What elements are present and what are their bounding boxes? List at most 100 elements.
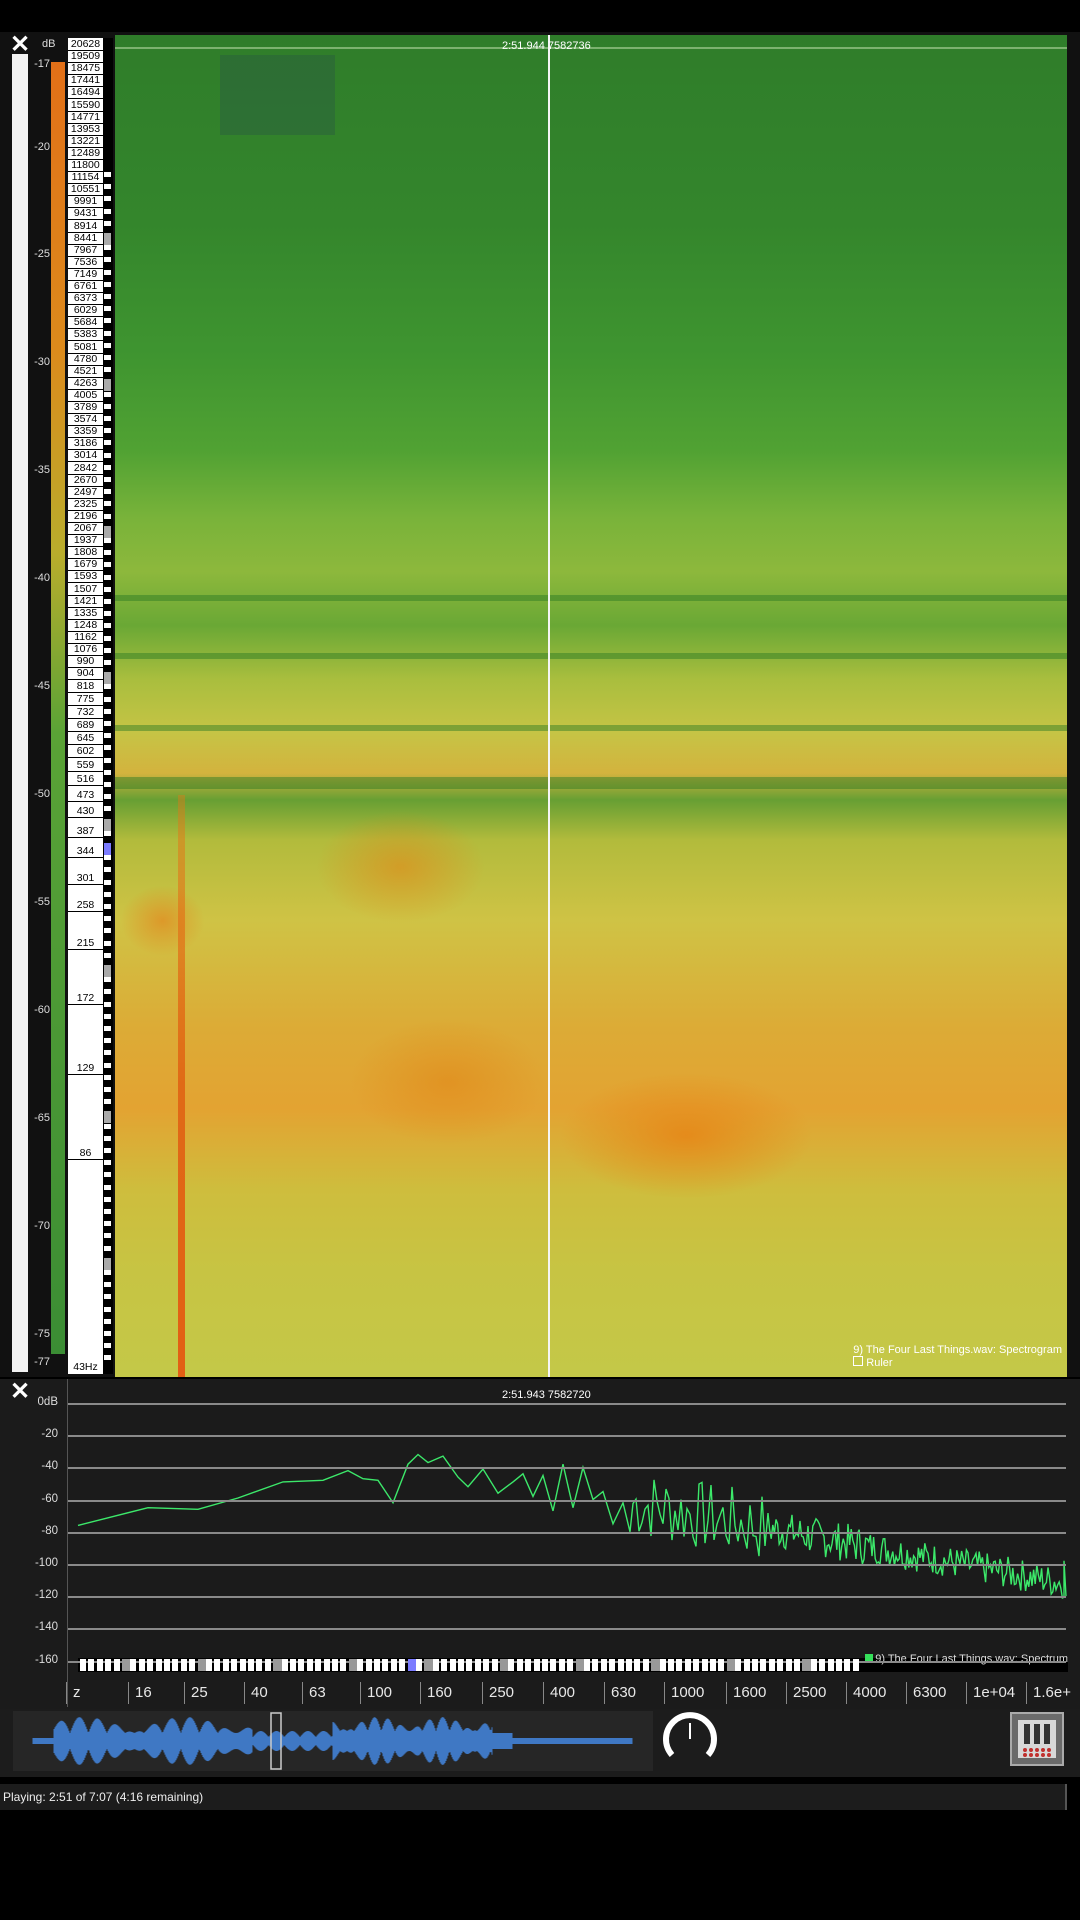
piano-key[interactable] [248,1659,254,1671]
piano-key[interactable] [104,684,111,690]
piano-key[interactable] [104,1074,111,1080]
piano-key[interactable] [558,1659,565,1671]
piano-key[interactable] [491,1659,498,1671]
piano-key[interactable] [104,379,111,392]
piano-key[interactable] [104,1221,111,1227]
piano-key[interactable] [827,1659,834,1671]
piano-key[interactable] [516,1659,523,1671]
piano-key[interactable] [104,989,111,995]
piano-key[interactable] [104,1233,111,1239]
piano-key[interactable] [206,1659,212,1671]
piano-key[interactable] [231,1659,238,1671]
piano-key[interactable] [104,794,111,800]
piano-key[interactable] [104,403,111,409]
piano-key[interactable] [104,1001,111,1007]
piano-key[interactable] [668,1659,674,1671]
piano-key[interactable] [239,1659,246,1671]
piano-key[interactable] [104,1135,111,1141]
piano-key[interactable] [567,1659,574,1671]
piano-key[interactable] [483,1659,490,1671]
piano-key[interactable] [104,1306,111,1312]
piano-key[interactable] [104,830,111,836]
piano-key[interactable] [508,1659,515,1671]
piano-key[interactable] [104,891,111,897]
piano-key[interactable] [852,1659,859,1671]
piano-key[interactable] [104,1282,111,1288]
piano-key[interactable] [104,1184,111,1190]
piano-key[interactable] [104,1257,111,1270]
piano-key[interactable] [104,1087,111,1092]
piano-key[interactable] [104,1331,111,1336]
piano-key[interactable] [104,208,111,214]
piano-key[interactable] [80,1659,86,1671]
piano-key[interactable] [533,1659,540,1671]
piano-key[interactable] [785,1659,792,1671]
piano-key[interactable] [298,1659,305,1671]
piano-key[interactable] [104,1245,111,1251]
piano-key[interactable] [104,464,111,470]
piano-key[interactable] [104,196,111,202]
piano-key[interactable] [104,477,111,482]
piano-key[interactable] [458,1659,464,1671]
piano-key[interactable] [104,342,111,348]
piano-key[interactable] [104,1172,111,1178]
piano-key[interactable] [794,1659,800,1671]
piano-key[interactable] [164,1659,170,1671]
piano-key[interactable] [104,843,111,855]
piano-key[interactable] [104,623,111,629]
close-spectrogram-icon[interactable]: ✕ [9,33,31,57]
piano-key[interactable] [130,1659,137,1671]
piano-key[interactable] [104,733,111,739]
piano-key[interactable] [104,806,111,812]
piano-key[interactable] [104,1099,111,1105]
piano-key[interactable] [104,635,111,641]
piano-key[interactable] [357,1659,364,1671]
piano-key[interactable] [390,1659,397,1671]
piano-key[interactable] [104,660,111,665]
piano-key[interactable] [104,245,111,251]
piano-key[interactable] [189,1659,196,1671]
piano-key[interactable] [382,1659,389,1671]
piano-key[interactable] [104,928,111,934]
piano-key[interactable] [104,306,111,312]
piano-key[interactable] [104,391,111,397]
piano-key[interactable] [104,1355,111,1361]
piano-key[interactable] [88,1659,95,1671]
piano-key[interactable] [104,1038,111,1044]
piano-key[interactable] [104,330,111,336]
piano-key[interactable] [659,1659,666,1671]
piano-key[interactable] [104,355,111,360]
piano-key[interactable] [693,1659,700,1671]
piano-key[interactable] [104,940,111,946]
piano-key[interactable] [340,1659,347,1671]
piano-key[interactable] [105,1659,112,1671]
piano-key[interactable] [810,1659,817,1671]
piano-key[interactable] [104,489,111,495]
piano-key[interactable] [147,1659,154,1671]
piano-key[interactable] [104,257,111,263]
piano-key[interactable] [104,440,111,446]
piano-key[interactable] [104,416,111,421]
piano-key[interactable] [104,562,111,568]
piano-key[interactable] [701,1659,708,1671]
piano-key[interactable] [684,1659,691,1671]
volume-knob[interactable] [662,1711,718,1767]
piano-key[interactable] [104,269,111,275]
piano-key[interactable] [104,696,111,702]
waveform-overview[interactable] [13,1711,653,1771]
piano-key[interactable] [104,599,111,604]
piano-key[interactable] [214,1659,221,1671]
piano-key[interactable] [760,1659,767,1671]
piano-key[interactable] [104,1343,111,1349]
playhead-line[interactable] [548,35,550,1377]
piano-key[interactable] [626,1659,632,1671]
piano-key[interactable] [315,1659,322,1671]
piano-key[interactable] [222,1659,229,1671]
piano-key[interactable] [844,1659,851,1671]
piano-key[interactable] [104,867,111,873]
piano-key[interactable] [104,1294,111,1300]
piano-key[interactable] [718,1659,725,1671]
piano-key[interactable] [138,1659,145,1671]
mixer-grid-button[interactable] [1010,1712,1064,1766]
piano-key[interactable] [819,1659,826,1671]
